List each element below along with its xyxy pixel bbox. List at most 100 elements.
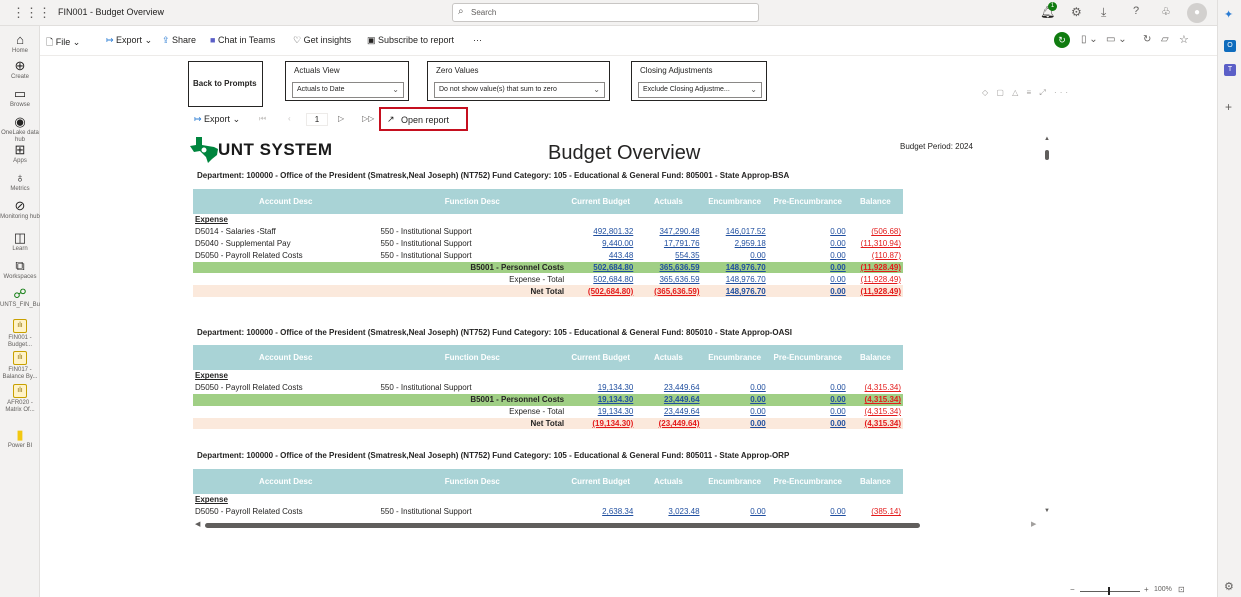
value-link[interactable]: 443.48	[566, 250, 635, 262]
value-link[interactable]: 0.00	[702, 250, 768, 262]
scroll-up-icon[interactable]: ▲	[1044, 136, 1050, 142]
actuals-view-select[interactable]: Actuals to Date ⌄	[292, 82, 404, 98]
total-value[interactable]: (23,449.64)	[635, 417, 702, 430]
total-value[interactable]: 23,449.64	[635, 393, 702, 406]
leftnav-item-9[interactable]: ☍ UNTS_FIN_Budget_Reli...	[0, 286, 70, 309]
settings-icon[interactable]: ⚙	[1071, 5, 1082, 19]
refresh-icon[interactable]: ↻	[1143, 34, 1151, 45]
value-link[interactable]: 0.00	[768, 506, 848, 518]
total-value[interactable]: 502,684.80	[566, 261, 636, 274]
leftnav-item-12[interactable]: ılı AFR020 - Matrix Of...	[0, 384, 40, 414]
download-icon[interactable]: ⤓	[1101, 5, 1106, 20]
total-value[interactable]: 0.00	[767, 393, 848, 406]
bookmark-icon[interactable]: ▯ ⌄	[1081, 34, 1098, 45]
scroll-right-icon[interactable]: ▶	[1031, 520, 1036, 528]
chat-in-teams-button[interactable]: ■ Chat in Teams	[210, 35, 275, 45]
leftnav-item-2[interactable]: ▭ Browse	[0, 86, 40, 109]
total-value[interactable]: 148,976.70	[701, 285, 768, 298]
value-link[interactable]: 19,134.30	[566, 382, 635, 394]
total-value[interactable]: 0.00	[768, 406, 848, 418]
value-link[interactable]: 0.00	[702, 506, 768, 518]
zoom-slider-track[interactable]	[1080, 591, 1140, 592]
zoom-control[interactable]: − + 100% ⊡	[1070, 585, 1215, 597]
help-icon[interactable]: ?	[1133, 5, 1139, 17]
scroll-left-icon[interactable]: ◀	[195, 520, 200, 528]
value-link[interactable]: 3,023.48	[635, 506, 701, 518]
value-link[interactable]: 554.35	[635, 250, 701, 262]
total-value[interactable]: 148,976.70	[701, 261, 768, 274]
value-link[interactable]: 0.00	[768, 226, 848, 238]
get-insights-button[interactable]: ♡ Get insights	[293, 35, 351, 46]
scroll-down-icon[interactable]: ▼	[1044, 508, 1050, 514]
last-page-icon[interactable]: ▷▷	[362, 114, 374, 123]
next-page-icon[interactable]: ▷	[338, 114, 344, 123]
total-value[interactable]: 0.00	[701, 417, 768, 430]
value-link[interactable]: 2,638.34	[566, 506, 635, 518]
open-report-button[interactable]: ↗ Open report	[379, 107, 468, 131]
value-link[interactable]: (385.14)	[848, 506, 903, 518]
leftnav-item-6[interactable]: ⊘ Monitoring hub	[0, 198, 40, 221]
search-box[interactable]: ⌕ Search	[452, 3, 759, 22]
app-launcher-icon[interactable]: ⋮⋮⋮	[12, 5, 51, 21]
share-feedback-icon[interactable]: ♧	[1161, 5, 1171, 18]
total-value[interactable]: (11,928.49)	[847, 261, 903, 274]
horizontal-scrollbar[interactable]: ◀ ▶	[195, 520, 1040, 529]
value-link[interactable]: 23,449.64	[635, 382, 701, 394]
file-menu[interactable]: 🗋︎ File ⌄	[46, 35, 80, 51]
comment-icon[interactable]: ▱	[1161, 34, 1169, 45]
export-menu[interactable]: ↦ Export ⌄	[106, 35, 152, 46]
value-link[interactable]: (506.68)	[848, 226, 903, 238]
copilot-icon[interactable]: ✦	[1224, 8, 1233, 21]
vertical-scrollbar[interactable]: ▲ ▼	[1044, 136, 1050, 518]
value-link[interactable]: (4,315.34)	[848, 382, 903, 394]
value-link[interactable]: 347,290.48	[635, 226, 701, 238]
leftnav-item-10[interactable]: ılı FIN001 - Budget...	[0, 319, 40, 349]
back-to-prompts-button[interactable]: Back to Prompts	[188, 61, 263, 107]
total-value[interactable]: 19,134.30	[566, 406, 635, 418]
favorite-icon[interactable]: ☆	[1179, 33, 1189, 46]
leftnav-item-4[interactable]: ⊞ Apps	[0, 142, 40, 165]
total-value[interactable]: 0.00	[701, 393, 768, 406]
leftnav-item-5[interactable]: ♁ Metrics	[0, 170, 40, 193]
leftnav-item-0[interactable]: ⌂ Home	[0, 32, 40, 55]
value-link[interactable]: (110.87)	[848, 250, 903, 262]
report-export-button[interactable]: ↦ Export ⌄	[194, 114, 240, 125]
value-link[interactable]: 0.00	[768, 238, 848, 250]
leftnav-item-13[interactable]: ▮ Power BI	[0, 427, 40, 450]
total-value[interactable]: (4,315.34)	[847, 417, 903, 430]
leftnav-item-1[interactable]: ⊕ Create	[0, 58, 40, 81]
add-icon[interactable]: +	[1225, 100, 1232, 114]
leftnav-item-11[interactable]: ılı FIN017 - Balance By...	[0, 351, 40, 381]
fit-to-page-icon[interactable]: ⊡	[1178, 585, 1185, 594]
h-scroll-thumb[interactable]	[205, 523, 920, 528]
share-button[interactable]: ⇪ Share	[162, 35, 196, 46]
value-link[interactable]: 0.00	[768, 382, 848, 394]
value-link[interactable]: 146,017.52	[702, 226, 768, 238]
value-link[interactable]: 0.00	[702, 382, 768, 394]
settings-gear-icon[interactable]: ⚙	[1224, 580, 1234, 593]
value-link[interactable]: (11,310.94)	[848, 238, 903, 250]
zero-values-select[interactable]: Do not show value(s) that sum to zero ⌄	[434, 82, 605, 98]
total-value[interactable]: 502,684.80	[566, 273, 635, 285]
value-link[interactable]: 2,959.18	[702, 238, 768, 250]
prev-page-icon[interactable]: ‹	[288, 114, 291, 123]
report-title[interactable]: FIN001 - Budget Overview	[58, 7, 164, 17]
total-value[interactable]: 19,134.30	[566, 393, 636, 406]
zoom-slider-thumb[interactable]	[1108, 587, 1110, 595]
outlook-icon[interactable]: O	[1224, 40, 1236, 52]
page-number-input[interactable]: 1	[306, 113, 328, 126]
total-value[interactable]: 23,449.64	[635, 406, 701, 418]
total-value[interactable]: 148,976.70	[702, 273, 768, 285]
total-value[interactable]: 0.00	[767, 261, 848, 274]
total-value[interactable]: (4,315.34)	[847, 393, 903, 406]
total-value[interactable]: 0.00	[767, 285, 848, 298]
total-value[interactable]: 0.00	[767, 417, 848, 430]
total-value[interactable]: (11,928.49)	[848, 273, 903, 285]
total-value[interactable]: (19,134.30)	[566, 417, 636, 430]
visual-header-icons[interactable]: ◇ ▢ △ ≡ ⤢ ···	[982, 88, 1071, 98]
copilot-button[interactable]: ↻	[1054, 32, 1070, 48]
teams-icon[interactable]: T	[1224, 64, 1236, 76]
total-value[interactable]: (365,636.59)	[635, 285, 702, 298]
title-chevron-icon[interactable]: ⌄	[158, 6, 166, 17]
view-icon[interactable]: ▭ ⌄	[1106, 34, 1127, 45]
